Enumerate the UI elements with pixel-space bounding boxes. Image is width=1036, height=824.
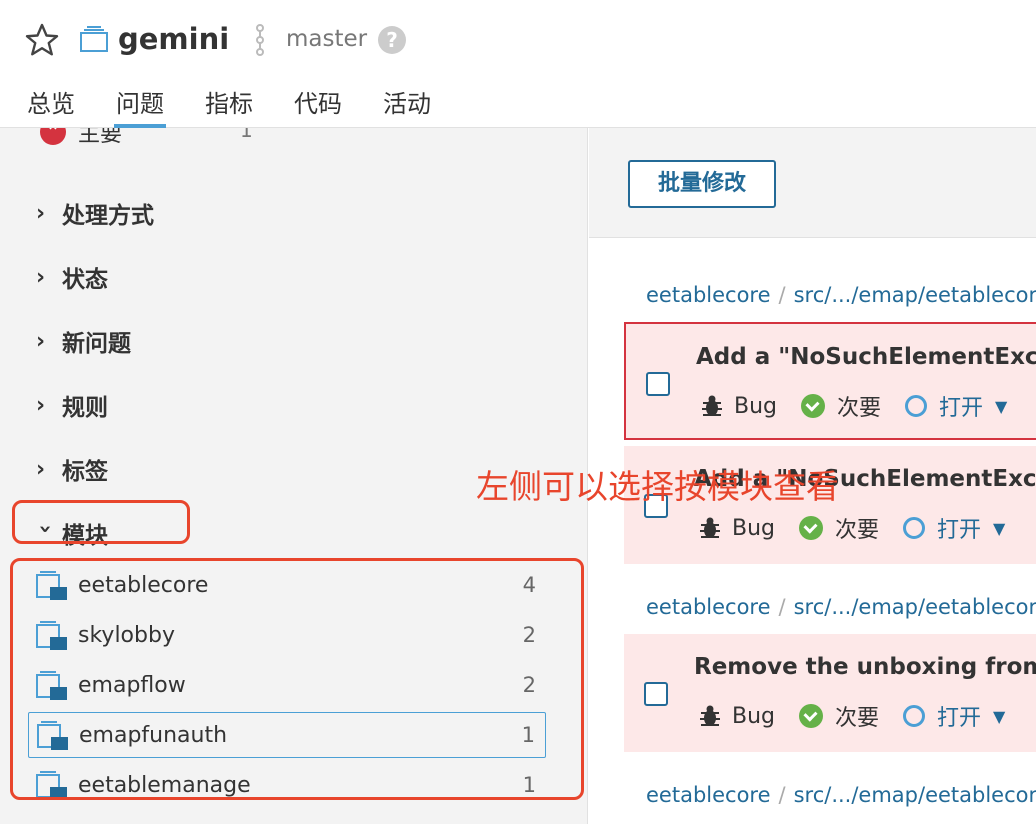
severity-count: 1: [240, 128, 253, 142]
tab-measures[interactable]: 指标: [205, 84, 253, 128]
facet-new-issues[interactable]: › 新问题: [36, 324, 131, 358]
component-breadcrumb[interactable]: eetablecore / src/.../emap/eetablecore: [646, 783, 1036, 807]
breadcrumb-module[interactable]: eetablecore: [646, 595, 771, 619]
issue-severity[interactable]: 次要: [835, 700, 879, 732]
breadcrumb-separator: /: [778, 283, 786, 307]
breadcrumb-path[interactable]: src/.../emap/eetablecore: [794, 783, 1036, 807]
caret-down-icon[interactable]: ▼: [995, 397, 1007, 416]
issue-severity[interactable]: 次要: [835, 512, 879, 544]
issue-card[interactable]: Add a "NoSuchElementException" Bug 次要 打开…: [624, 322, 1036, 440]
chevron-right-icon: ›: [36, 200, 46, 226]
bug-icon: [702, 395, 722, 416]
issue-severity[interactable]: 次要: [837, 390, 881, 422]
issue-title[interactable]: Add a "NoSuchElementException": [696, 344, 1036, 370]
severity-major-row[interactable]: ⌃ 主要: [40, 128, 122, 148]
issue-status[interactable]: 打开: [939, 390, 983, 422]
top-bar: gemini master ? 总览 问题 指标 代码 活动: [0, 0, 1036, 128]
breadcrumb-separator: /: [778, 595, 786, 619]
star-icon[interactable]: [24, 22, 60, 58]
annotation-highlight-modules-facet: [12, 500, 190, 544]
facet-resolution[interactable]: › 处理方式: [36, 196, 154, 230]
open-status-icon: [903, 705, 926, 727]
chevron-right-icon: ›: [36, 456, 46, 482]
bug-icon: [700, 705, 720, 726]
issue-status[interactable]: 打开: [937, 512, 981, 544]
open-status-icon: [905, 395, 928, 417]
issue-meta: Bug 次要 打开 ▼: [698, 700, 1005, 732]
tab-overview[interactable]: 总览: [27, 84, 75, 128]
branch-name[interactable]: master: [286, 26, 367, 52]
component-breadcrumb[interactable]: eetablecore / src/.../emap/eetablecore: [646, 595, 1036, 619]
issue-type: Bug: [732, 703, 776, 729]
tab-activity[interactable]: 活动: [383, 84, 431, 128]
chevron-right-icon: ›: [36, 392, 46, 418]
breadcrumb-path[interactable]: src/.../emap/eetablecore: [794, 283, 1036, 307]
chevron-right-icon: ›: [36, 328, 46, 354]
project-nav: 总览 问题 指标 代码 活动: [27, 84, 472, 128]
project-name[interactable]: gemini: [118, 22, 229, 56]
issue-checkbox[interactable]: [644, 682, 668, 706]
project-icon: [80, 26, 108, 52]
issue-meta: Bug 次要 打开 ▼: [700, 390, 1007, 422]
annotation-caption: 左侧可以选择按模块查看: [476, 467, 839, 506]
caret-down-icon[interactable]: ▼: [993, 519, 1005, 538]
tab-code[interactable]: 代码: [294, 84, 342, 128]
facet-rules[interactable]: › 规则: [36, 388, 108, 422]
issue-meta: Bug 次要 打开 ▼: [698, 512, 1005, 544]
chevron-right-icon: ›: [36, 264, 46, 290]
bug-icon: [700, 517, 720, 538]
annotation-highlight-module-list: [10, 558, 584, 800]
minor-severity-icon: [799, 516, 824, 540]
help-icon[interactable]: ?: [378, 26, 406, 54]
breadcrumb-module[interactable]: eetablecore: [646, 783, 771, 807]
component-breadcrumb[interactable]: eetablecore / src/.../emap/eetablecore: [646, 283, 1036, 307]
branch-icon: [256, 24, 264, 56]
issue-type: Bug: [732, 515, 776, 541]
minor-severity-icon: [799, 704, 824, 728]
breadcrumb-separator: /: [778, 783, 786, 807]
bulk-toolbar: 批量修改: [589, 128, 1036, 238]
facet-label: 标签: [62, 459, 108, 485]
breadcrumb-path[interactable]: src/.../emap/eetablecore: [794, 595, 1036, 619]
facet-label: 规则: [62, 395, 108, 421]
minor-severity-icon: [801, 394, 826, 418]
issue-type: Bug: [734, 393, 778, 419]
facet-status[interactable]: › 状态: [36, 260, 108, 294]
open-status-icon: [903, 517, 926, 539]
major-severity-icon: ⌃: [40, 128, 66, 145]
facet-label: 状态: [62, 267, 108, 293]
issue-card[interactable]: Remove the unboxing from Bug 次要 打开 ▼: [624, 634, 1036, 752]
issue-status[interactable]: 打开: [937, 700, 981, 732]
issue-checkbox[interactable]: [646, 372, 670, 396]
facet-label: 处理方式: [62, 203, 154, 229]
bulk-change-button[interactable]: 批量修改: [628, 160, 776, 208]
issue-title[interactable]: Remove the unboxing from: [694, 654, 1036, 680]
facet-label: 新问题: [62, 331, 131, 357]
severity-label: 主要: [78, 128, 123, 147]
caret-down-icon[interactable]: ▼: [993, 707, 1005, 726]
tab-issues[interactable]: 问题: [114, 84, 166, 128]
facet-tags[interactable]: › 标签: [36, 452, 108, 486]
breadcrumb-module[interactable]: eetablecore: [646, 283, 771, 307]
